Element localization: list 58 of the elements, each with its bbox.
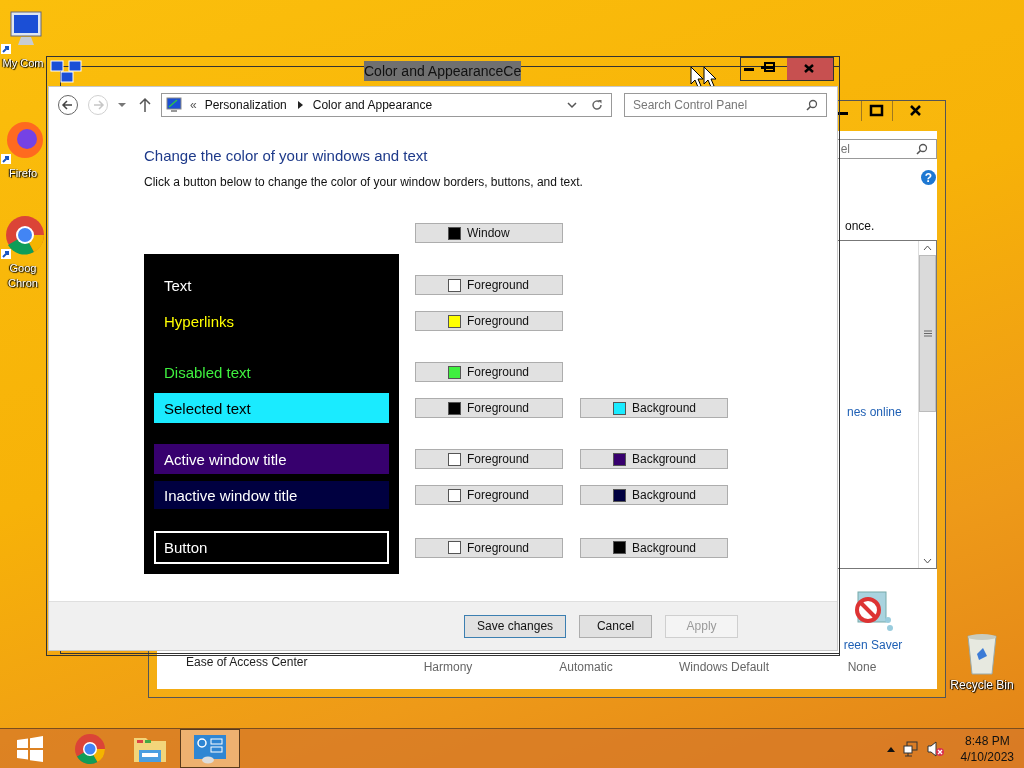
preview-text: Disabled text	[163, 362, 252, 382]
screen-saver-link[interactable]: reen Saver	[843, 638, 903, 652]
color-button[interactable]: Window	[415, 223, 563, 243]
grip-icon	[923, 330, 932, 337]
dropdown-icon[interactable]	[117, 100, 127, 110]
preview-bar: Selected text	[154, 393, 389, 423]
browser-icon[interactable]	[1, 120, 45, 164]
color-button[interactable]: Foreground	[415, 311, 563, 331]
windows-logo-icon	[15, 735, 45, 762]
chevron-down-icon[interactable]	[567, 101, 577, 109]
network-icon[interactable]	[902, 740, 919, 757]
setting-value: None	[846, 660, 878, 674]
scrollbar[interactable]	[918, 241, 936, 568]
color-button[interactable]: Foreground	[415, 398, 563, 418]
online-themes-link[interactable]: nes online	[847, 405, 902, 419]
window-title: Color and AppearanceCe	[364, 61, 522, 81]
instruction-text: once.	[845, 219, 875, 233]
muted-speaker-icon[interactable]	[926, 740, 945, 757]
help-button[interactable]: ?	[921, 170, 936, 185]
setting-value: Windows Default	[677, 660, 770, 674]
color-button[interactable]: Background	[580, 398, 728, 418]
breadcrumb-item[interactable]: Personalization	[204, 98, 287, 112]
search-icon	[916, 143, 928, 155]
dialog-button[interactable]: Cancel	[579, 614, 653, 638]
page-heading: Change the color of your windows and text	[144, 147, 429, 164]
preview-text: Text	[163, 275, 193, 295]
browser-icon	[74, 732, 106, 765]
back-icon[interactable]	[57, 94, 79, 116]
setting-value: Automatic	[558, 660, 614, 674]
trash-icon[interactable]	[965, 632, 999, 676]
browser-icon[interactable]	[1, 215, 45, 259]
clock-date[interactable]: 4/10/2023	[960, 748, 1014, 765]
color-button[interactable]: Foreground	[415, 362, 563, 382]
preview-bar: Active window title	[154, 444, 389, 474]
color-button[interactable]: Foreground	[415, 537, 563, 558]
color-button[interactable]: Foreground	[415, 449, 563, 469]
color-button[interactable]: Background	[580, 449, 728, 469]
ease-of-access-link[interactable]: Ease of Access Center	[157, 655, 379, 674]
dialog-button[interactable]: Save changes	[464, 614, 567, 638]
refresh-icon[interactable]	[591, 99, 603, 111]
setting-value: Harmony	[422, 660, 474, 674]
search-icon	[806, 99, 818, 111]
color-button[interactable]: Background	[580, 485, 728, 505]
preview-bar: Inactive window title	[154, 481, 389, 509]
overflow-chevron[interactable]: «	[190, 98, 197, 112]
color-button[interactable]: Foreground	[415, 275, 563, 295]
address-bar[interactable]: « Personalization Color and Appearance	[161, 93, 612, 117]
control-panel-icon	[193, 733, 227, 764]
up-arrow-icon[interactable]	[139, 97, 151, 113]
show-hidden-icons-icon[interactable]	[886, 745, 895, 752]
preview-text: Hyperlinks	[163, 311, 236, 331]
search-field[interactable]: Search Control Panel	[624, 93, 827, 117]
clock-time[interactable]: 8:48 PM	[964, 732, 1010, 749]
control-panel-taskbar-icon[interactable]	[180, 729, 240, 768]
color-button[interactable]: Foreground	[415, 485, 563, 505]
page-description: Click a button below to change the color of your window borders, buttons, and text.	[144, 175, 584, 189]
color-button[interactable]: Background	[580, 537, 728, 558]
breadcrumb-item[interactable]: Color and Appearance	[312, 98, 433, 112]
